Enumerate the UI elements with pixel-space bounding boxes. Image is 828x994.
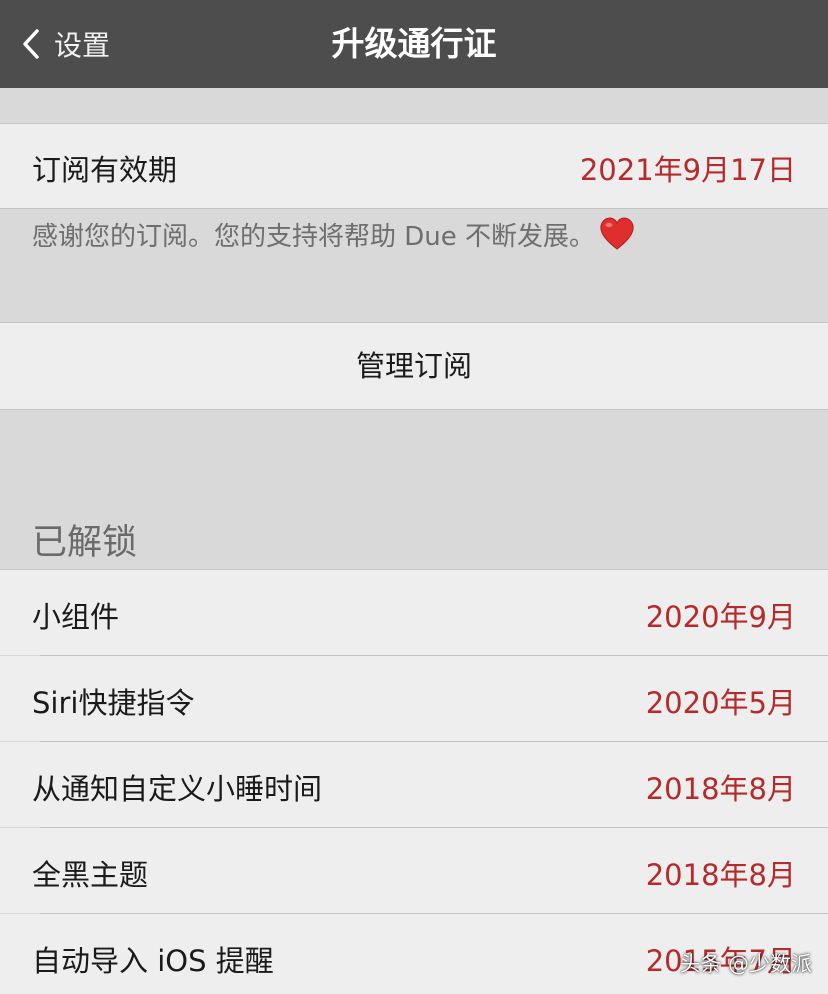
unlocked-feature-label: Siri快捷指令: [32, 686, 195, 720]
watermark: 头条 @少数派: [679, 952, 812, 976]
divider: [0, 123, 828, 124]
back-label: 设置: [54, 29, 111, 62]
thanks-text: 感谢您的订阅。您的支持将帮助 Due 不断发展。: [32, 222, 596, 252]
unlocked-feature-label: 从通知自定义小睡时间: [32, 772, 323, 806]
page-title: 升级通行证: [331, 24, 497, 63]
red-heart-icon: [599, 217, 635, 258]
unlocked-feature-date: 2018年8月: [645, 858, 796, 892]
unlocked-feature-label: 小组件: [32, 600, 120, 634]
unlocked-feature-label: 自动导入 iOS 提醒: [32, 944, 274, 978]
list-item: 全黑主题 2018年8月: [0, 828, 828, 913]
back-button[interactable]: 设置: [22, 22, 110, 66]
unlocked-feature-date: 2020年9月: [645, 600, 796, 634]
unlocked-feature-date: 2020年5月: [645, 686, 796, 720]
divider: [0, 409, 828, 410]
unlocked-feature-label: 全黑主题: [32, 858, 149, 892]
list-item: Siri快捷指令 2020年5月: [0, 656, 828, 741]
list-item: 从通知自定义小睡时间 2018年8月: [0, 742, 828, 827]
subscription-expiry-label: 订阅有效期: [32, 153, 178, 187]
subscription-expiry-row: 订阅有效期 2021年9月17日: [0, 124, 828, 208]
navigation-bar: 设置 升级通行证: [0, 0, 828, 88]
manage-subscription-button[interactable]: 管理订阅: [0, 323, 828, 409]
unlocked-section-header: 已解锁: [32, 523, 138, 563]
list-item: 小组件 2020年9月: [0, 570, 828, 655]
unlocked-feature-date: 2018年8月: [645, 772, 796, 806]
chevron-left-icon: [23, 29, 39, 59]
subscription-expiry-date: 2021年9月17日: [579, 153, 796, 187]
divider: [0, 208, 828, 209]
subscription-thanks-note: 感谢您的订阅。您的支持将帮助 Due 不断发展。: [32, 216, 635, 258]
